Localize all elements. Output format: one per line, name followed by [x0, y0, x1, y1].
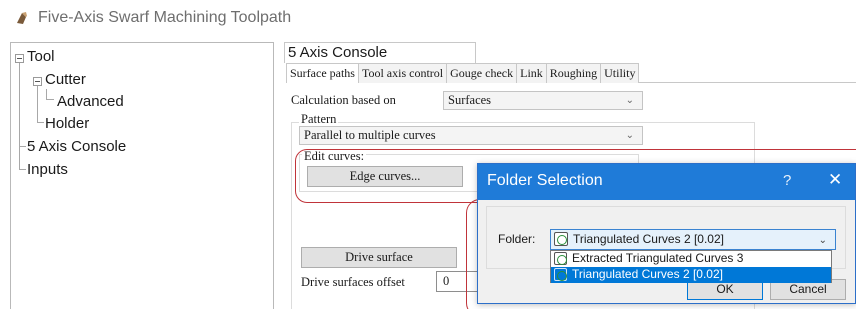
window-title: Five-Axis Swarf Machining Toolpath	[38, 9, 292, 26]
folder-option[interactable]: Extracted Triangulated Curves 3	[551, 251, 831, 267]
tree-item-cutter[interactable]: Cutter	[45, 69, 86, 91]
chevron-down-icon: ⌄	[625, 130, 634, 141]
tree-line	[19, 146, 26, 147]
chevron-down-icon: ⌄	[625, 95, 634, 106]
console-tab[interactable]: 5 Axis Console	[284, 42, 476, 63]
tab-surface-paths[interactable]: Surface paths	[286, 63, 359, 83]
tree-item-tool[interactable]: Tool	[27, 46, 55, 68]
window-titlebar: Five-Axis Swarf Machining Toolpath	[0, 0, 856, 36]
tab-link[interactable]: Link	[516, 63, 547, 83]
help-icon[interactable]: ?	[783, 172, 791, 189]
folder-select[interactable]: Triangulated Curves 2 [0.02] ⌄	[550, 229, 836, 250]
folder-option-label: Triangulated Curves 2 [0.02]	[572, 267, 723, 281]
close-icon[interactable]: ✕	[828, 170, 842, 190]
edit-curves-label: Edit curves:	[302, 149, 367, 164]
folder-label: Folder:	[498, 232, 536, 246]
tree-item-5-axis-console[interactable]: 5 Axis Console	[27, 136, 126, 158]
calculation-label: Calculation based on	[291, 93, 396, 107]
folder-dropdown-list: Extracted Triangulated Curves 3 Triangul…	[550, 250, 832, 283]
pattern-label: Pattern	[299, 112, 339, 127]
edge-curves-button[interactable]: Edge curves...	[307, 166, 463, 187]
chevron-down-icon: ⌄	[818, 235, 827, 246]
tree-expander-cutter[interactable]	[33, 77, 42, 86]
drive-surface-button[interactable]: Drive surface	[301, 247, 457, 268]
tree-line	[19, 58, 20, 170]
folder-option-selected[interactable]: Triangulated Curves 2 [0.02]	[551, 267, 831, 283]
subtab-bar: Surface paths Tool axis control Gouge ch…	[286, 63, 856, 83]
curve-folder-icon	[554, 252, 567, 265]
tree-expander-tool[interactable]	[15, 54, 24, 63]
tree-line	[37, 82, 38, 123]
tree-panel: Tool Cutter Advanced Holder 5 Axis Conso…	[10, 42, 274, 309]
tree-item-inputs[interactable]: Inputs	[27, 159, 68, 181]
pattern-select[interactable]: Parallel to multiple curves ⌄	[299, 126, 643, 145]
tree-line	[37, 122, 44, 123]
tab-tool-axis-control[interactable]: Tool axis control	[357, 63, 448, 83]
tree-line	[19, 169, 26, 170]
calculation-select[interactable]: Surfaces ⌄	[443, 91, 643, 110]
pattern-value: Parallel to multiple curves	[304, 128, 436, 142]
tree-item-holder[interactable]: Holder	[45, 113, 89, 135]
folder-option-label: Extracted Triangulated Curves 3	[572, 251, 744, 265]
folder-selection-dialog: Folder Selection ? ✕ Folder: Triangulate…	[477, 163, 856, 304]
curve-folder-icon	[554, 232, 568, 246]
toolpath-icon	[17, 12, 27, 24]
tab-utility[interactable]: Utility	[600, 63, 640, 83]
tab-gouge-check[interactable]: Gouge check	[446, 63, 518, 83]
dialog-title: Folder Selection	[487, 172, 603, 189]
dialog-titlebar: Folder Selection ? ✕	[478, 164, 855, 200]
tab-roughing[interactable]: Roughing	[545, 63, 602, 83]
tree-item-advanced[interactable]: Advanced	[57, 91, 124, 113]
drive-offset-label: Drive surfaces offset	[301, 275, 405, 289]
calculation-value: Surfaces	[448, 93, 492, 107]
curve-folder-icon	[554, 268, 567, 281]
folder-value: Triangulated Curves 2 [0.02]	[573, 232, 724, 246]
